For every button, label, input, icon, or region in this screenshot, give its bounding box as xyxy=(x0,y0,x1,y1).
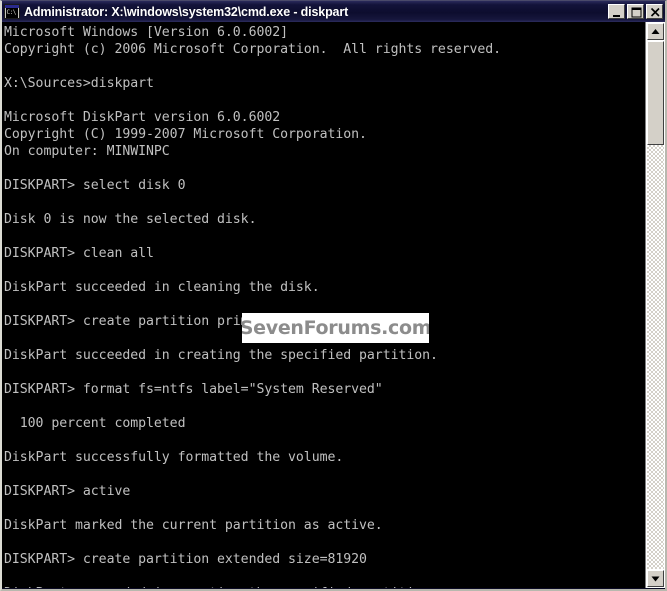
console-line: DISKPART> select disk 0 xyxy=(4,178,186,193)
console-line: DiskPart marked the current partition as… xyxy=(4,518,383,533)
window-titlebar[interactable]: C:\ Administrator: X:\windows\system32\c… xyxy=(2,1,665,22)
console-line: Copyright (C) 1999-2007 Microsoft Corpor… xyxy=(4,127,367,142)
console-line: Microsoft DiskPart version 6.0.6002 xyxy=(4,110,281,125)
vertical-scrollbar[interactable] xyxy=(645,22,665,588)
scrollbar-track[interactable] xyxy=(647,41,664,569)
console-output-area[interactable]: Microsoft Windows [Version 6.0.6002] Copy… xyxy=(2,22,645,588)
maximize-button[interactable] xyxy=(627,4,644,19)
scroll-down-button[interactable] xyxy=(647,570,664,587)
maximize-icon xyxy=(631,7,642,18)
console-line: 100 percent completed xyxy=(4,416,186,431)
console-line: Disk 0 is now the selected disk. xyxy=(4,212,257,227)
console-line: DiskPart successfully formatted the volu… xyxy=(4,450,344,465)
command-prompt-window: C:\ Administrator: X:\windows\system32\c… xyxy=(0,0,667,591)
close-icon xyxy=(650,7,660,17)
window-controls xyxy=(608,4,663,19)
console-line: X:\Sources>diskpart xyxy=(4,76,154,91)
cmd-console-icon[interactable]: C:\ xyxy=(4,4,20,19)
console-line: DiskPart succeeded in cleaning the disk. xyxy=(4,280,320,295)
scroll-up-button[interactable] xyxy=(647,23,664,40)
minimize-button[interactable] xyxy=(608,4,625,19)
chevron-up-icon xyxy=(651,29,660,34)
console-line: Microsoft Windows [Version 6.0.6002] xyxy=(4,25,289,40)
icon-prompt-text: C:\ xyxy=(6,8,18,18)
console-line: DISKPART> create partition extended size… xyxy=(4,552,367,567)
console-line: DiskPart succeeded in creating the speci… xyxy=(4,585,645,588)
console-line: Copyright (c) 2006 Microsoft Corporation… xyxy=(4,42,502,57)
chevron-down-icon xyxy=(651,576,660,582)
console-line: DISKPART> format fs=ntfs label="System R… xyxy=(4,382,383,397)
console-line: DiskPart succeeded in creating the speci… xyxy=(4,348,438,363)
scrollbar-thumb[interactable] xyxy=(647,41,664,145)
console-line: On computer: MINWINPC xyxy=(4,144,170,159)
console-line: DISKPART> active xyxy=(4,484,131,499)
close-button[interactable] xyxy=(646,4,663,19)
watermark-label: SevenForums.com xyxy=(242,317,429,339)
console-line: DISKPART> clean all xyxy=(4,246,154,261)
minimize-icon xyxy=(613,15,620,17)
console-text: Microsoft Windows [Version 6.0.6002] Copy… xyxy=(2,24,645,588)
sevenforums-watermark: SevenForums.com xyxy=(242,313,429,343)
window-title: Administrator: X:\windows\system32\cmd.e… xyxy=(24,4,349,19)
